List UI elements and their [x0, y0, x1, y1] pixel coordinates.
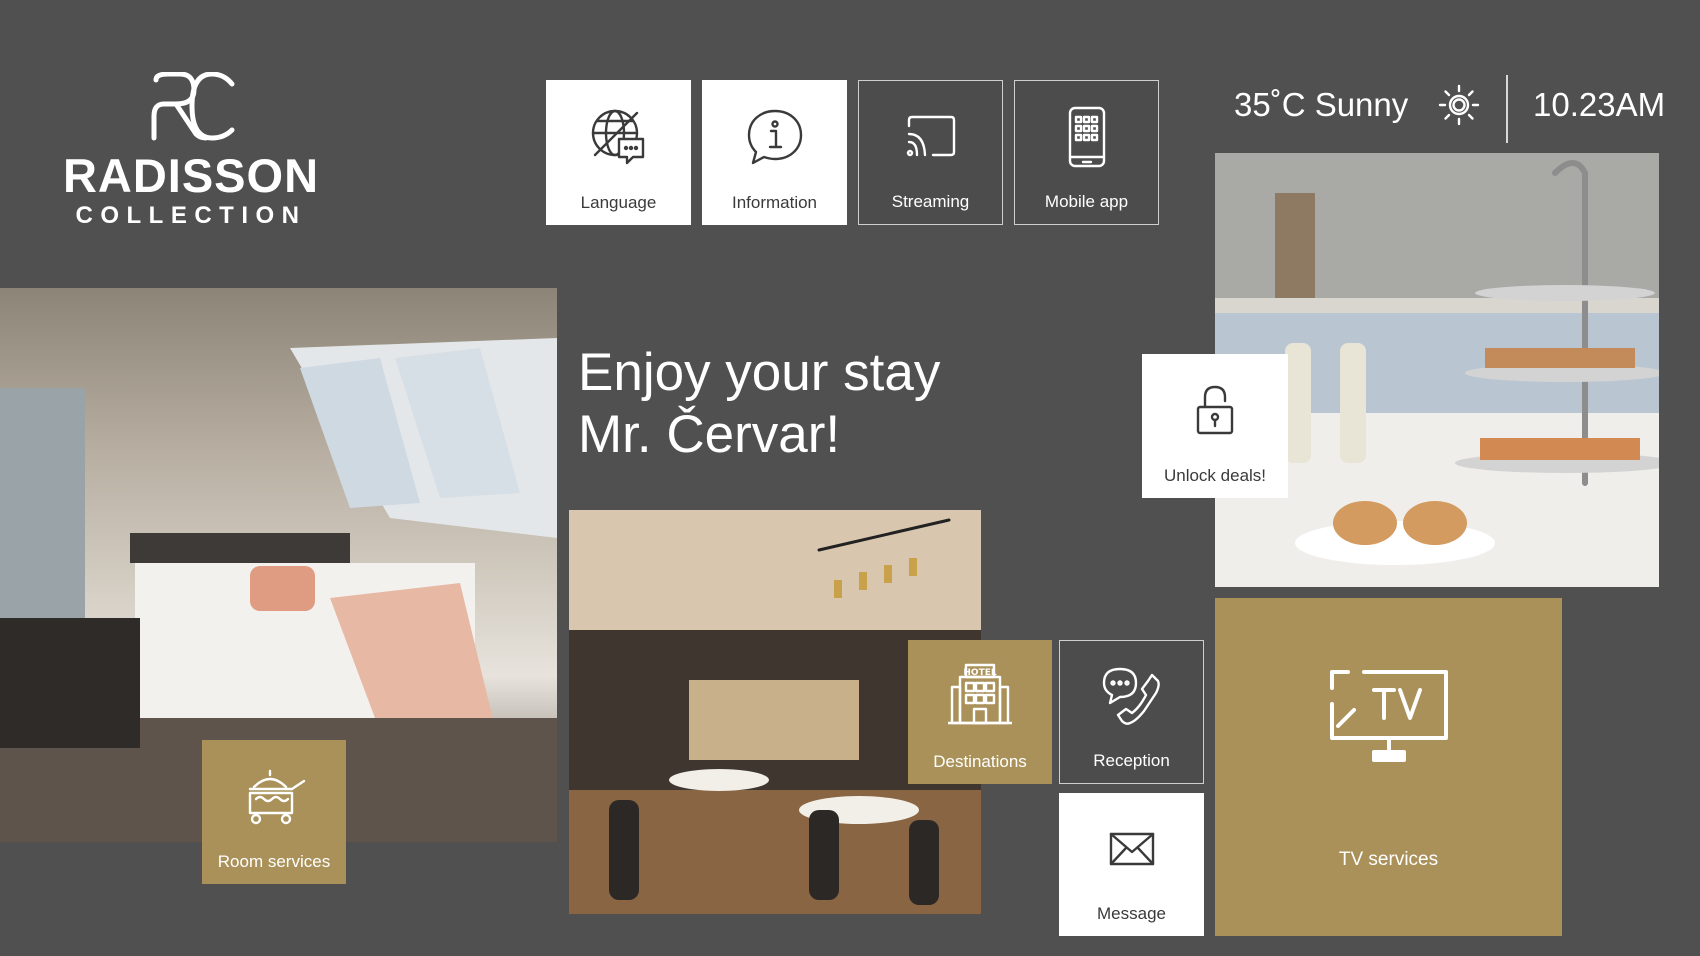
- info-bubble-icon: [747, 109, 802, 164]
- room-services-button[interactable]: Room services: [202, 740, 346, 884]
- cast-icon: [906, 115, 955, 156]
- envelope-icon: [1109, 832, 1154, 865]
- mobile-app-label: Mobile app: [1044, 192, 1129, 211]
- clock-text: 10.23AM: [1533, 86, 1666, 123]
- destinations-button[interactable]: HOTEL Destinations: [908, 640, 1052, 784]
- greeting-line-1: Enjoy your stay: [578, 343, 941, 402]
- sun-icon: [1438, 84, 1480, 131]
- phone-grid-icon: [1068, 106, 1105, 167]
- streaming-button[interactable]: Streaming: [858, 80, 1003, 225]
- information-button[interactable]: Information: [702, 80, 847, 225]
- language-label: Language: [580, 193, 657, 212]
- tv-icon: [1329, 670, 1448, 762]
- brand-name: RADISSON: [62, 149, 320, 202]
- tv-services-button[interactable]: TV services: [1215, 598, 1562, 936]
- weather-text: 35˚C Sunny: [1234, 86, 1409, 123]
- service-cart-icon: [248, 769, 306, 825]
- streaming-label: Streaming: [891, 192, 970, 211]
- unlock-deals-button[interactable]: Unlock deals!: [1142, 354, 1288, 498]
- information-label: Information: [731, 193, 818, 212]
- unlock-deals-label: Unlock deals!: [1163, 466, 1267, 485]
- message-label: Message: [1097, 904, 1166, 923]
- reception-label: Reception: [1093, 751, 1170, 770]
- destinations-label: Destinations: [933, 752, 1027, 771]
- room-services-label: Room services: [217, 852, 331, 871]
- hotel-logo: RADISSON COLLECTION: [56, 72, 326, 252]
- unlock-icon: [1196, 385, 1234, 435]
- reception-button[interactable]: Reception: [1059, 640, 1204, 784]
- mobile-app-button[interactable]: Mobile app: [1014, 80, 1159, 225]
- status-divider: [1506, 75, 1508, 143]
- brand-subtitle: COLLECTION: [75, 202, 307, 229]
- language-button[interactable]: Language: [546, 80, 691, 225]
- message-button[interactable]: Message: [1059, 793, 1204, 936]
- welcome-greeting: Enjoy your stay Mr. Červar!: [578, 342, 1098, 466]
- globe-chat-icon: [591, 109, 644, 164]
- tv-services-label: TV services: [1338, 849, 1439, 870]
- monogram-icon: [151, 72, 235, 141]
- phone-chat-icon: [1102, 667, 1160, 725]
- hotel-icon: HOTEL: [948, 663, 1012, 725]
- greeting-line-2: Mr. Červar!: [578, 405, 841, 464]
